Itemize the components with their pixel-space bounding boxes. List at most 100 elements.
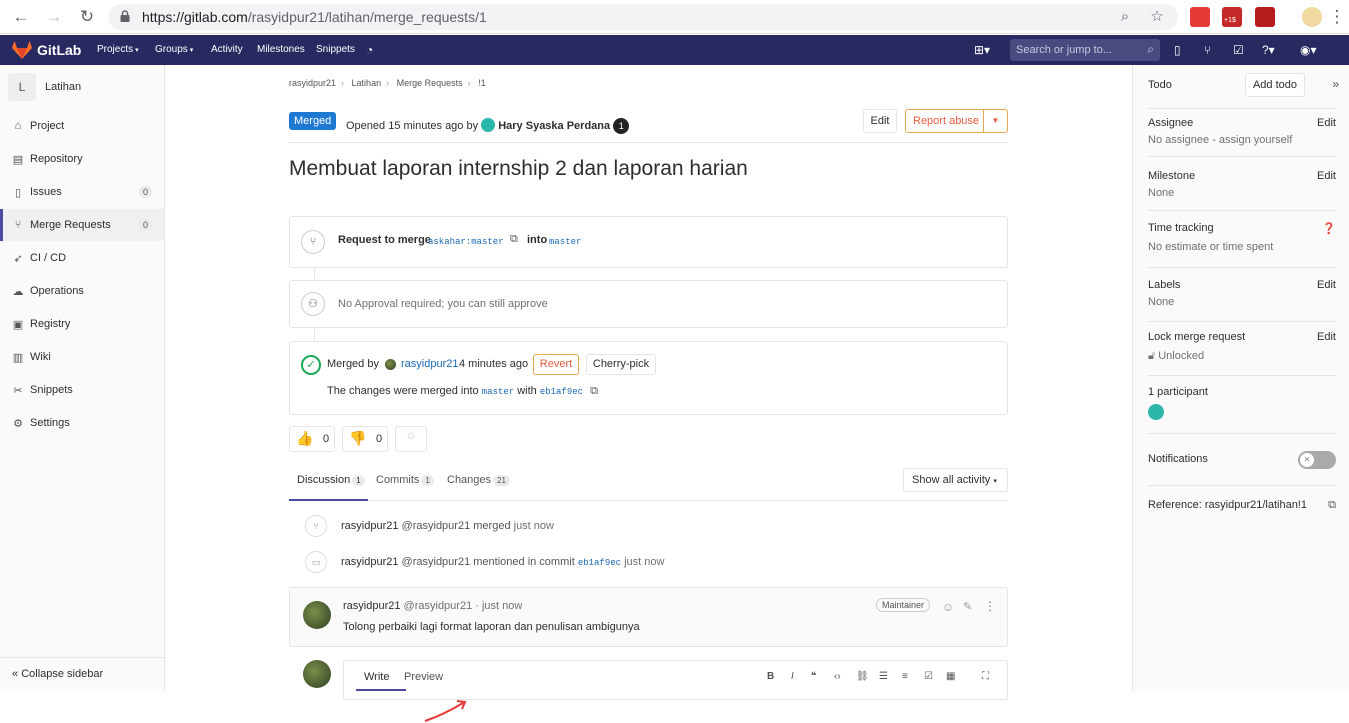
tab-write[interactable]: Write <box>364 671 389 683</box>
sidebar-item-wiki[interactable]: ▥ Wiki <box>0 341 164 373</box>
breadcrumb-merge-requests[interactable]: Merge Requests <box>397 78 463 88</box>
task-list-icon[interactable]: ☑ <box>924 671 933 682</box>
cloud-icon: ☁ <box>12 285 24 298</box>
collapse-right-sidebar-icon[interactable]: » <box>1332 77 1339 91</box>
merge-requests-nav-icon[interactable]: ⑂ <box>1204 43 1211 57</box>
sidebar-item-operations[interactable]: ☁ Operations <box>0 275 164 307</box>
performance-icon[interactable]: ◔ <box>366 43 373 57</box>
forward-icon[interactable]: → <box>43 6 65 28</box>
milestone-edit-link[interactable]: Edit <box>1317 170 1336 182</box>
target-branch[interactable]: master <box>549 237 581 247</box>
code-icon[interactable]: ‹› <box>834 671 841 682</box>
zoom-icon[interactable]: ⌕ <box>1116 8 1134 26</box>
breadcrumb-user[interactable]: rasyidpur21 <box>289 78 336 88</box>
gitlab-logo-icon[interactable] <box>12 41 32 59</box>
sidebar-item-issues[interactable]: ▯ Issues 0 <box>0 176 164 208</box>
pdf-extension-icon[interactable] <box>1255 7 1275 27</box>
labels-edit-link[interactable]: Edit <box>1317 279 1336 291</box>
edit-pencil-icon[interactable]: ✎ <box>963 600 972 613</box>
sidebar-item-snippets[interactable]: ✂ Snippets <box>0 374 164 406</box>
extension-badge-icon[interactable]: +1$ <box>1222 7 1242 27</box>
back-icon[interactable]: ← <box>10 6 32 28</box>
help-icon[interactable]: ?▾ <box>1262 43 1275 57</box>
table-icon[interactable]: ▦ <box>946 671 955 682</box>
todos-nav-icon[interactable]: ☑ <box>1233 43 1244 57</box>
add-reaction-button[interactable]: ☺ <box>395 426 427 452</box>
project-header[interactable]: L Latihan <box>8 73 81 101</box>
fullscreen-icon[interactable]: ⛶ <box>982 671 989 682</box>
sidebar-item-ci-cd[interactable]: ➶ CI / CD <box>0 242 164 274</box>
request-to-merge-label: Request to merge <box>338 234 431 246</box>
thumbs-up-button[interactable]: 👍 0 <box>289 426 335 452</box>
copy-sha-icon[interactable]: ⧉ <box>590 385 598 397</box>
issues-nav-icon[interactable]: ▯ <box>1174 43 1181 57</box>
sidebar-item-repository[interactable]: ▤ Repository <box>0 143 164 175</box>
participant-avatar[interactable] <box>1148 404 1164 420</box>
thumbs-down-button[interactable]: 👎 0 <box>342 426 388 452</box>
report-dropdown-icon[interactable]: ▼ <box>983 110 1007 132</box>
merge-commit-sha[interactable]: eb1af9ec <box>540 387 583 397</box>
more-actions-icon[interactable]: ⋮ <box>984 599 996 613</box>
assignee-value[interactable]: No assignee - assign yourself <box>1148 134 1336 146</box>
copy-branch-icon[interactable]: ⧉ <box>510 233 518 246</box>
author-name[interactable]: Hary Syaska Perdana <box>498 120 610 132</box>
merged-branch[interactable]: master <box>482 387 514 397</box>
nav-snippets[interactable]: Snippets <box>316 44 355 55</box>
merger-name[interactable]: rasyidpur21 <box>401 358 458 370</box>
nav-projects[interactable]: Projects ▾ <box>97 44 139 55</box>
comment-editor[interactable]: Write Preview B I ❝ ‹› ⛓ ☰ ≡ ☑ ▦ ⛶ <box>343 660 1008 700</box>
search-input[interactable]: Search or jump to... ⌕ <box>1010 39 1160 61</box>
merger-avatar[interactable] <box>385 359 396 370</box>
todo-label: Todo <box>1148 79 1172 91</box>
nav-activity[interactable]: Activity <box>211 44 243 55</box>
sidebar-item-merge-requests[interactable]: ⑂ Merge Requests 0 <box>0 209 164 241</box>
merge-icon: ⑂ <box>14 219 22 231</box>
assignee-edit-link[interactable]: Edit <box>1317 117 1336 129</box>
sidebar-item-settings[interactable]: ⚙ Settings <box>0 407 164 439</box>
revert-button[interactable]: Revert <box>533 354 579 375</box>
user-menu-avatar[interactable]: ◉▾ <box>1300 43 1317 57</box>
help-circle-icon[interactable]: ❓ <box>1322 222 1336 235</box>
nav-groups[interactable]: Groups ▾ <box>155 44 193 55</box>
star-icon[interactable]: ☆ <box>1148 8 1166 26</box>
profile-avatar[interactable] <box>1302 7 1322 27</box>
notifications-toggle[interactable]: ✕ <box>1298 451 1336 469</box>
lock-block: Lock merge request Edit 🔓︎ Unlocked <box>1148 331 1336 376</box>
quote-icon[interactable]: ❝ <box>811 671 816 682</box>
italic-icon[interactable]: I <box>791 671 794 682</box>
cherry-pick-button[interactable]: Cherry-pick <box>586 354 656 375</box>
sidebar-item-registry[interactable]: ▣ Registry <box>0 308 164 340</box>
new-plus-icon[interactable]: ⊞▾ <box>974 43 990 57</box>
report-abuse-button[interactable]: Report abuse ▼ <box>905 109 1008 133</box>
numbered-list-icon[interactable]: ≡ <box>902 671 908 682</box>
tab-discussion[interactable]: Discussion 1 <box>297 474 365 486</box>
breadcrumb-project[interactable]: Latihan <box>352 78 382 88</box>
bold-icon[interactable]: B <box>767 671 774 682</box>
tab-preview[interactable]: Preview <box>404 671 443 683</box>
copy-reference-icon[interactable]: ⧉ <box>1328 499 1336 512</box>
author-avatar[interactable] <box>481 118 496 132</box>
address-bar[interactable]: https://gitlab.com/rasyidpur21/latihan/m… <box>108 4 1178 30</box>
collapse-sidebar-button[interactable]: « Collapse sidebar <box>0 657 164 691</box>
gitlab-brand[interactable]: GitLab <box>37 42 81 58</box>
sidebar-item-project[interactable]: ⌂ Project <box>0 110 164 142</box>
maintainer-badge: Maintainer <box>876 598 931 612</box>
breadcrumb-mr-id[interactable]: !1 <box>478 78 486 88</box>
nav-milestones[interactable]: Milestones <box>257 44 305 55</box>
add-reaction-icon[interactable]: ☺ <box>942 600 954 614</box>
add-todo-button[interactable]: Add todo <box>1245 73 1305 97</box>
lock-edit-link[interactable]: Edit <box>1317 331 1336 343</box>
reload-icon[interactable]: ↻ <box>76 6 98 28</box>
edit-button[interactable]: Edit <box>863 109 897 133</box>
mr-title: Membuat laporan internship 2 dan laporan… <box>289 157 748 180</box>
show-all-activity-dropdown[interactable]: Show all activity ▾ <box>903 468 1008 492</box>
tab-commits[interactable]: Commits 1 <box>376 474 434 486</box>
chrome-menu-icon[interactable]: ⋮ <box>1326 6 1348 28</box>
source-branch[interactable]: askahar:master <box>428 237 504 247</box>
extension-icon[interactable] <box>1190 7 1210 27</box>
tab-changes[interactable]: Changes 21 <box>447 474 510 486</box>
link-icon[interactable]: ⛓ <box>856 671 869 682</box>
commenter-avatar[interactable] <box>303 601 331 629</box>
bullet-list-icon[interactable]: ☰ <box>879 671 888 682</box>
merged-by-label: Merged by <box>327 358 379 370</box>
